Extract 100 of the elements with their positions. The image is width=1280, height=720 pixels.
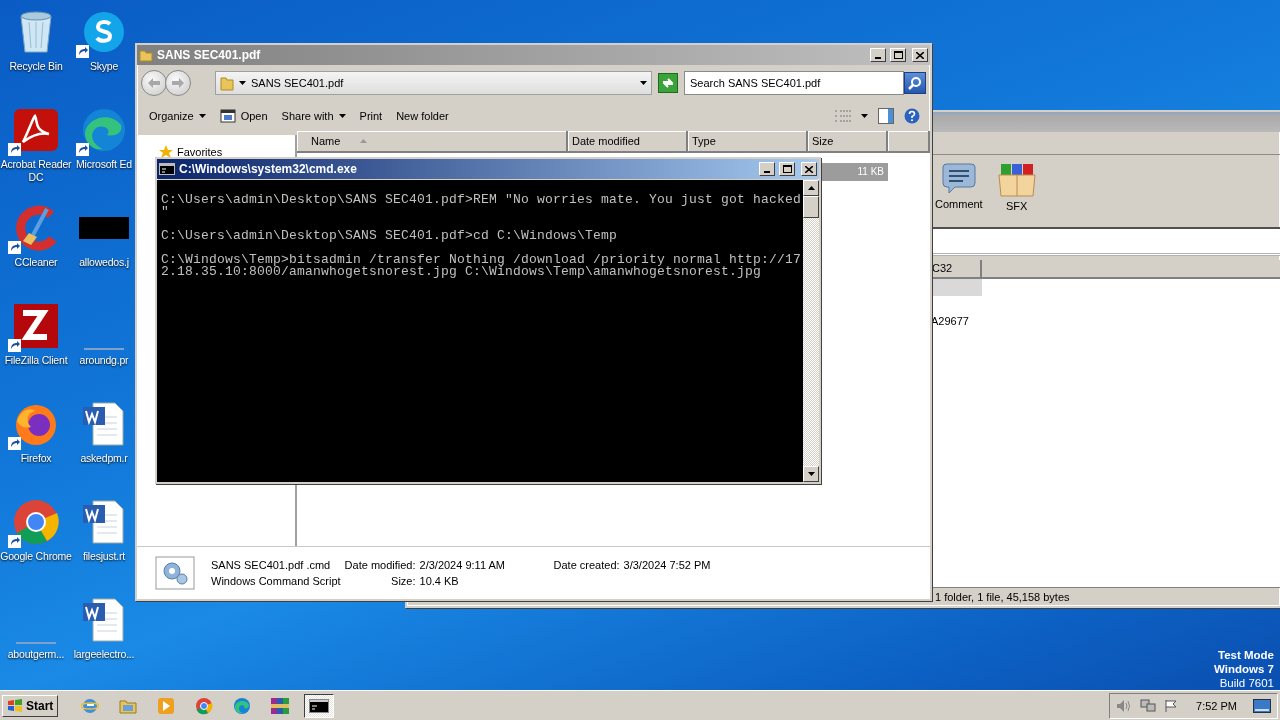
recycle-bin-icon — [18, 10, 54, 54]
windows-flag-icon — [7, 698, 23, 713]
desktop-icon-label[interactable]: Firefox — [20, 452, 52, 465]
start-button[interactable]: Start — [2, 694, 59, 717]
show-desktop-icon — [1253, 698, 1271, 713]
detail-label: Size: — [390, 575, 416, 587]
network-icon — [1140, 698, 1157, 713]
star-icon — [159, 145, 173, 158]
command-button[interactable]: Share with — [275, 108, 352, 124]
desktop-icon-label[interactable]: askedpm.r — [80, 452, 128, 465]
scroll-down-button[interactable] — [803, 466, 819, 482]
caret-icon — [338, 114, 346, 118]
refresh-arrows-icon — [662, 77, 674, 89]
desktop-icon-label[interactable]: largeelectro... — [73, 648, 135, 661]
caret-icon — [640, 81, 647, 85]
minimize-button[interactable] — [870, 48, 886, 62]
desktop-icon-label[interactable]: FileZilla Client — [4, 354, 68, 367]
wave-circle-icon — [233, 696, 252, 715]
console-line: 2.18.35.10:8000/amanwhogetsnorest.jpg C:\Windows\Temp\amanwhogetsnorest.jpg — [161, 266, 762, 278]
command-button[interactable]: Print — [353, 108, 389, 124]
os-notice-text: Build 7601 — [1219, 676, 1274, 690]
desktop-icon-label[interactable]: filesjust.rt — [83, 550, 125, 563]
close-icon — [805, 165, 813, 173]
forward-button[interactable] — [165, 70, 191, 96]
table-cell-text: A29677 — [931, 314, 970, 329]
pane-icon — [878, 108, 894, 124]
search-button[interactable] — [904, 72, 926, 94]
detail-label: Date created: — [552, 559, 620, 571]
console-icon — [309, 698, 330, 713]
sort-arrow-icon — [360, 139, 368, 143]
shortcut-arrow-icon — [8, 241, 21, 254]
desktop-icon-label[interactable]: Acrobat Reader DC — [0, 158, 72, 184]
speaker-icon — [1116, 698, 1133, 713]
down-arrow-icon — [807, 472, 815, 476]
shortcut-arrow-icon — [8, 535, 21, 548]
archive-box-icon — [996, 163, 1037, 197]
address-bar[interactable]: SANS SEC401.pdf — [215, 71, 652, 95]
file-type: Windows Command Script — [211, 575, 341, 587]
caret-icon — [239, 81, 246, 85]
scroll-up-button[interactable] — [803, 180, 819, 196]
maximize-button[interactable] — [779, 162, 795, 176]
scroll-thumb[interactable] — [803, 196, 819, 218]
speech-bubble-icon — [940, 163, 977, 195]
column-header[interactable]: Type — [688, 131, 808, 153]
caret-icon — [861, 114, 868, 118]
refresh-button[interactable] — [658, 73, 678, 93]
command-button[interactable]: Organize — [143, 108, 212, 124]
search-icon — [908, 76, 922, 90]
up-arrow-icon — [807, 186, 815, 190]
maximize-button[interactable] — [890, 48, 906, 62]
column-header[interactable]: Size — [808, 131, 888, 153]
back-button[interactable] — [141, 70, 167, 96]
wave-circle-icon — [81, 107, 127, 153]
console-line: " — [161, 206, 169, 218]
command-button[interactable]: Open — [213, 107, 274, 125]
maximize-icon — [782, 165, 792, 173]
column-header[interactable]: Date modified — [568, 131, 688, 153]
shortcut-arrow-icon — [8, 437, 21, 450]
desktop-icon-label[interactable]: Recycle Bin — [9, 60, 63, 73]
back-arrow-icon — [148, 78, 160, 88]
chrome-ball-icon — [13, 499, 59, 545]
desktop-icon-label[interactable]: allowedos.j — [79, 256, 129, 269]
os-notice-text: Windows 7 — [1214, 662, 1274, 676]
toolbar-button[interactable]: SFX — [996, 163, 1037, 212]
nav-item[interactable]: Favorites — [137, 145, 295, 158]
shortcut-arrow-icon — [8, 339, 21, 352]
column-header[interactable]: Name — [297, 131, 568, 153]
play-icon — [157, 696, 176, 715]
window-title: SANS SEC401.pdf — [157, 48, 262, 62]
search-field[interactable]: Search SANS SEC401.pdf — [684, 71, 904, 95]
clock[interactable]: 7:52 PM — [1196, 699, 1237, 712]
console-line: C:\Windows\Temp>bitsadmin /transfer Nothing /download /priority normal http://17 — [161, 254, 803, 266]
forward-arrow-icon — [172, 78, 184, 88]
desktop-icon-label[interactable]: Skype — [89, 60, 119, 73]
desktop-icon-label[interactable]: aboutgerm... — [7, 648, 65, 661]
desktop-icon-label[interactable]: Microsoft Ed — [76, 158, 132, 171]
command-button[interactable]: New folder — [390, 108, 455, 124]
toolbar-button[interactable]: Comment — [935, 163, 983, 210]
desktop-icon-label[interactable]: Google Chrome — [0, 550, 72, 563]
desktop-icon-label[interactable]: CCleaner — [14, 256, 58, 269]
close-button[interactable] — [801, 162, 817, 176]
console-line: C:\Users\admin\Desktop\SANS SEC401.pdf>cd C:\Windows\Temp — [161, 230, 619, 242]
minimize-button[interactable] — [759, 162, 775, 176]
word-document-icon — [81, 499, 127, 545]
document-curve-icon — [13, 108, 59, 152]
list-view-icon — [835, 110, 851, 122]
detail-value: 10.4 KB — [419, 575, 460, 587]
scrollbar[interactable] — [803, 180, 819, 482]
console-icon — [159, 163, 175, 175]
shortcut-arrow-icon — [76, 45, 89, 58]
close-button[interactable] — [912, 48, 928, 62]
taskbar-app-button[interactable] — [304, 693, 335, 718]
detail-value: 2/3/2024 9:11 AM — [419, 559, 506, 571]
window-icon — [219, 109, 236, 123]
os-notice-text: Test Mode — [1218, 648, 1274, 662]
folder-icon — [220, 75, 234, 91]
word-document-icon — [81, 401, 127, 447]
desktop-icon-label[interactable]: aroundg.pr — [79, 354, 129, 367]
redaction-block-icon — [79, 217, 129, 239]
help-icon — [904, 108, 920, 124]
